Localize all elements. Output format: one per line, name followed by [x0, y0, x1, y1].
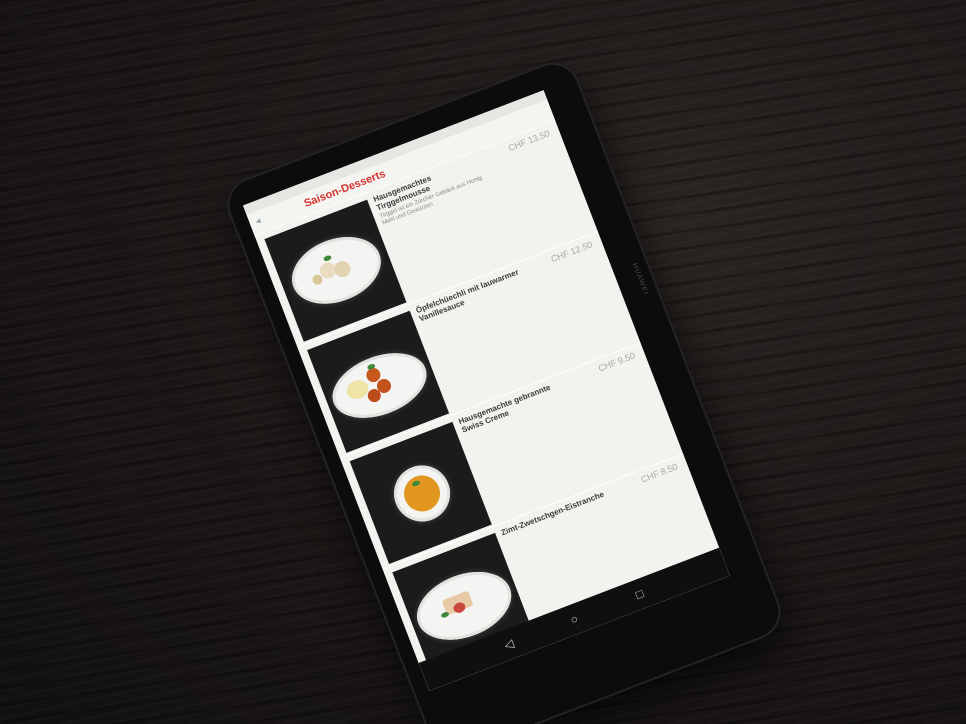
nav-home-icon[interactable]: ○: [565, 610, 583, 628]
tablet: HUAWEI ◂ Saison-Desserts Hausgemachtes T…: [222, 57, 787, 724]
nav-back-icon[interactable]: ◁: [500, 635, 518, 653]
device-brand: HUAWEI: [630, 262, 650, 297]
nav-recent-icon[interactable]: □: [631, 585, 649, 603]
back-icon[interactable]: ◂: [254, 213, 270, 229]
tablet-screen: ◂ Saison-Desserts Hausgemachtes Tirggelm…: [242, 90, 730, 691]
photo-scene: HUAWEI ◂ Saison-Desserts Hausgemachtes T…: [0, 0, 966, 724]
